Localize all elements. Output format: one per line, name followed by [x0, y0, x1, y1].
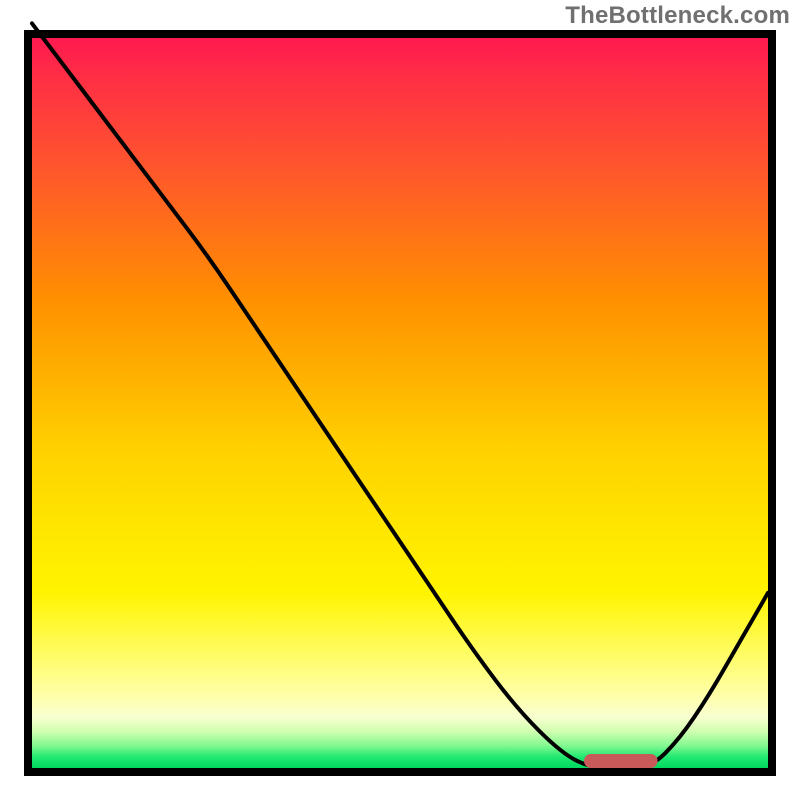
watermark-text: TheBottleneck.com [565, 2, 790, 30]
chart-svg [32, 38, 768, 768]
chart-container: TheBottleneck.com [0, 0, 800, 800]
plot-area [24, 30, 776, 776]
bottleneck-curve [32, 23, 768, 768]
optimal-marker [584, 754, 658, 768]
